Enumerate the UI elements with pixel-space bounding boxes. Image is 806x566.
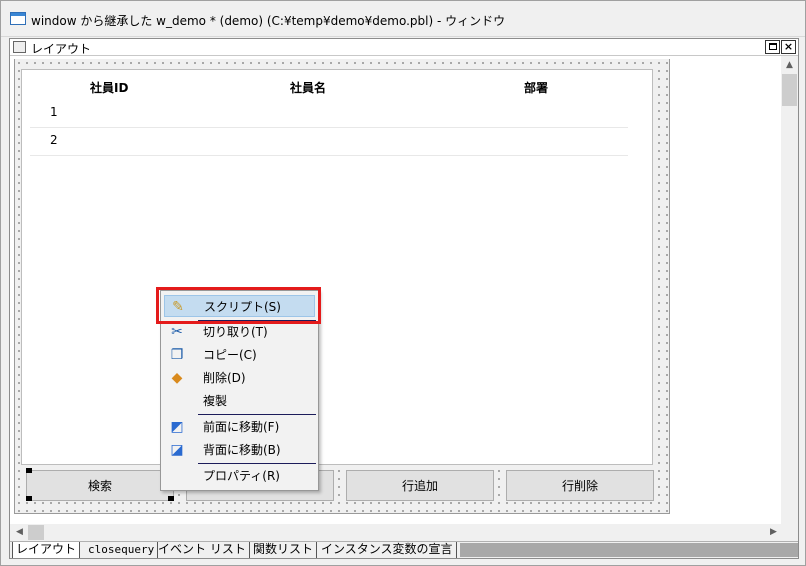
close-button[interactable]: × [781,40,796,54]
column-header-department: 部署 [524,81,549,95]
row-number-1: 1 [50,105,58,119]
window-icon [10,12,26,25]
painter-title: レイアウト [31,42,92,56]
menu-item-duplicate[interactable]: 複製 [164,390,315,412]
layout-painter-frame: レイアウト × 社員ID 社員名 部署 1 2 検索 行追加 行削除 ▲ ◀ ▶… [9,38,799,559]
selection-handle[interactable] [26,468,32,473]
design-canvas[interactable]: 社員ID 社員名 部署 1 2 検索 行追加 行削除 [10,56,781,547]
menu-item-properties[interactable]: プロパティ(R) [164,465,315,487]
datawindow-control[interactable]: 社員ID 社員名 部署 1 2 [21,69,653,465]
window-title: window から継承した w_demo * (demo) (C:¥temp¥d… [31,14,506,28]
painter-tab-bar: レイアウト closequery イベント リスト 関数リスト インスタンス変数… [10,541,798,558]
tab-bar-filler [460,543,798,557]
add-row-button[interactable]: 行追加 [346,470,494,501]
window-design-surface[interactable]: 社員ID 社員名 部署 1 2 検索 行追加 行削除 [14,59,670,514]
row-divider [30,155,628,156]
tab-layout[interactable]: レイアウト [12,542,81,558]
scroll-right-icon[interactable]: ▶ [765,527,782,537]
selection-handle[interactable] [168,496,174,501]
menu-item-send-to-back[interactable]: ◪ 背面に移動(B) [164,439,315,461]
tab-function-list[interactable]: 関数リスト [250,542,318,558]
painter-titlebar[interactable]: レイアウト × [10,39,798,56]
window-titlebar[interactable]: window から継承した w_demo * (demo) (C:¥temp¥d… [1,1,805,37]
menu-item-bring-to-front[interactable]: ◩ 前面に移動(F) [164,416,315,438]
bring-to-front-icon: ◩ [170,419,184,435]
delete-row-button[interactable]: 行削除 [506,470,654,501]
scroll-left-icon[interactable]: ◀ [11,527,28,537]
menu-item-copy[interactable]: ❐ コピー(C) [164,344,315,366]
search-button[interactable]: 検索 [26,470,174,501]
row-number-2: 2 [50,133,58,147]
tab-closequery[interactable]: closequery [85,542,159,558]
send-to-back-icon: ◪ [170,442,184,458]
cut-icon: ✂ [171,324,183,340]
row-divider [30,127,628,128]
scroll-up-icon[interactable]: ▲ [781,60,798,70]
menu-item-cut[interactable]: ✂ 切り取り(T) [164,321,315,343]
tab-event-list[interactable]: イベント リスト [155,542,250,558]
menu-separator [198,463,316,464]
painter-icon [13,41,26,53]
selection-handle[interactable] [26,496,32,501]
horizontal-scrollbar[interactable]: ◀ ▶ [10,524,781,541]
column-header-employee-id: 社員ID [90,81,129,95]
column-header-employee-name: 社員名 [290,81,327,95]
delete-icon: ◆ [171,370,183,386]
restore-button[interactable] [765,40,780,54]
vertical-scroll-thumb[interactable] [782,74,797,106]
restore-icon [768,43,777,50]
main-window: window から継承した w_demo * (demo) (C:¥temp¥d… [0,0,806,566]
horizontal-scroll-thumb[interactable] [28,525,44,540]
highlight-annotation-box [156,287,321,324]
copy-icon: ❐ [170,347,184,363]
menu-separator [198,414,316,415]
menu-item-delete[interactable]: ◆ 削除(D) [164,367,315,389]
tab-instance-variables[interactable]: インスタンス変数の宣言 [318,542,457,558]
vertical-scrollbar[interactable]: ▲ [781,56,798,543]
